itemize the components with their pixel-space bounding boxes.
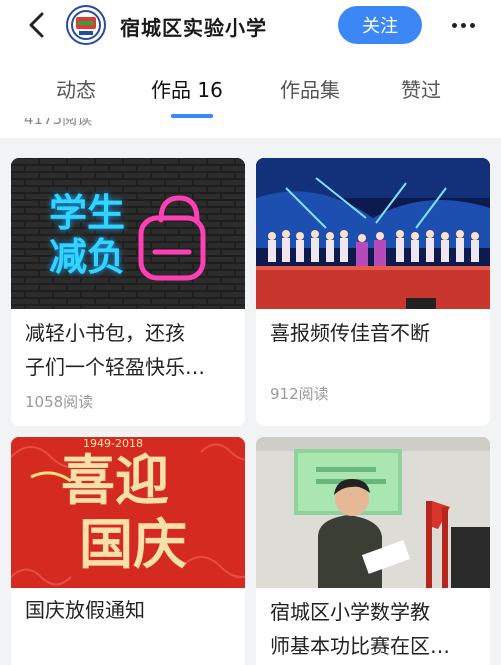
card-thumbnail <box>256 158 490 309</box>
tab-collections[interactable]: 作品集 <box>280 74 340 103</box>
card-title-line: 宿城区小学数学教 <box>270 600 430 624</box>
school-logo[interactable] <box>66 5 106 45</box>
card-title-line: 喜报频传佳音不断 <box>270 321 430 345</box>
card-thumbnail: 1949-2018 喜迎 国庆 <box>11 437 245 588</box>
thumb-headline-2: 国庆 <box>79 512 187 576</box>
work-card[interactable]: 1949-2018 喜迎 国庆 国庆放假通知 <box>11 437 245 665</box>
card-views: 1058阅读 <box>25 393 94 411</box>
thumb-headline-1: 学生 <box>49 191 126 235</box>
card-thumbnail <box>256 437 490 588</box>
card-views: 912阅读 <box>270 385 329 403</box>
account-name: 宿城区实验小学 <box>120 16 267 40</box>
back-icon[interactable] <box>22 10 52 40</box>
card-title-line: 师基本功比赛在区… <box>270 634 450 658</box>
tab-works[interactable]: 作品 16 <box>151 74 223 103</box>
top-bar: 宿城区实验小学 关注 <box>0 0 501 52</box>
follow-button[interactable]: 关注 <box>338 6 422 44</box>
card-title-line: 子们一个轻盈快乐… <box>25 355 205 379</box>
previous-row-strip: 4175阅读 <box>0 118 501 138</box>
work-card[interactable]: 喜报频传佳音不断 912阅读 <box>256 158 490 426</box>
more-icon[interactable] <box>446 10 480 40</box>
tab-liked[interactable]: 赞过 <box>401 74 441 103</box>
thumb-headline-2: 减负 <box>49 235 126 279</box>
previous-views-left: 4175阅读 <box>24 118 93 128</box>
card-title-line: 国庆放假通知 <box>25 598 145 622</box>
card-thumbnail: 学生 减负 <box>11 158 245 309</box>
work-card[interactable]: 宿城区小学数学教 师基本功比赛在区… <box>256 437 490 665</box>
thumb-headline-1: 喜迎 <box>61 448 169 512</box>
tab-dynamics[interactable]: 动态 <box>56 74 96 103</box>
work-card[interactable]: 学生 减负 减轻小书包，还孩 子们一个轻盈快乐… 1058阅读 <box>11 158 245 426</box>
tab-bar: 动态 作品 16 作品集 赞过 <box>0 52 501 118</box>
card-title-line: 减轻小书包，还孩 <box>25 321 185 345</box>
